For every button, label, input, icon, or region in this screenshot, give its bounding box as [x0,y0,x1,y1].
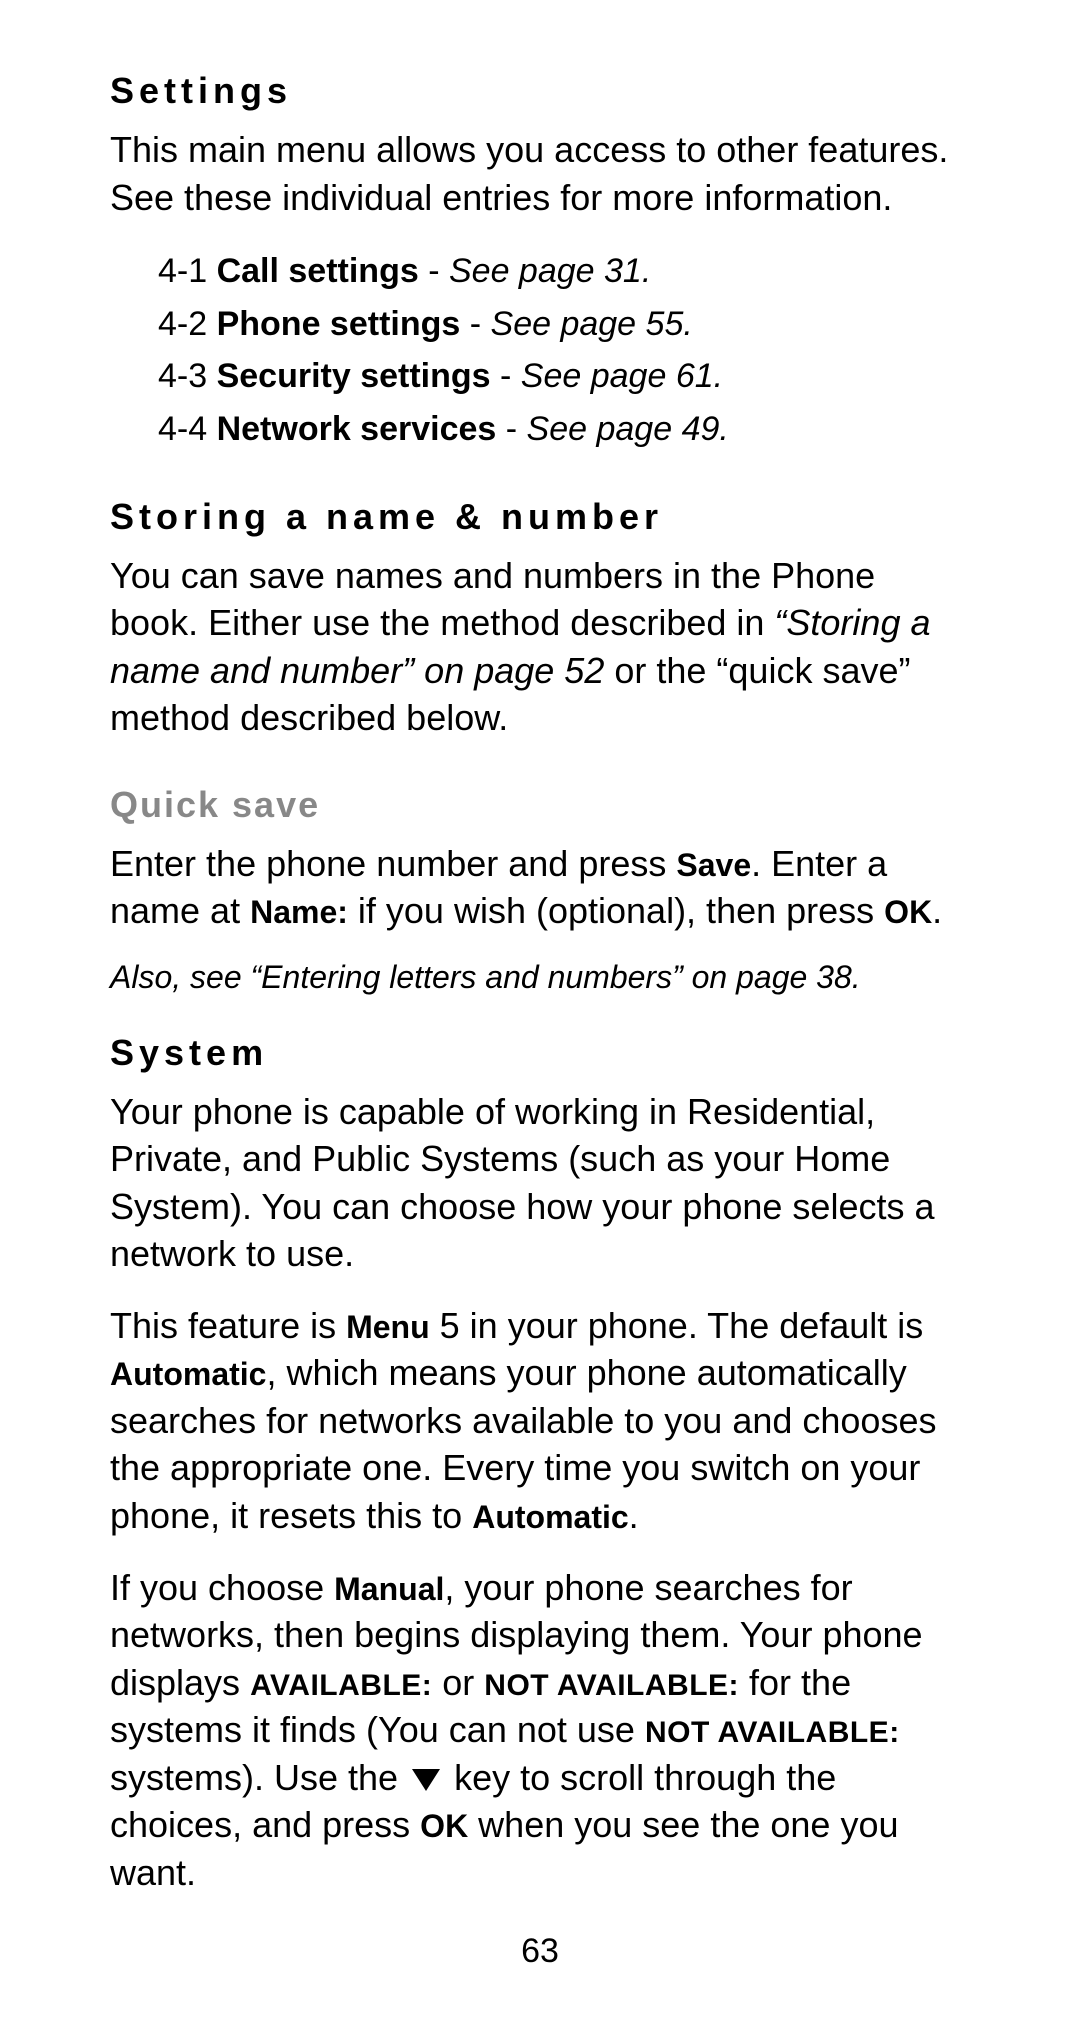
settings-ref-3: 4-3 Security settings - See page 61. [158,350,970,403]
status-not-available-2: NOT AVAILABLE: [645,1716,900,1749]
heading-system: System [110,1032,970,1074]
key-ok-2: OK [420,1808,468,1844]
quicksave-para: Enter the phone number and press Save. E… [110,840,970,935]
ref-bold: Call settings [217,252,419,290]
ref-sep: - [419,252,449,290]
sys2-d: . [629,1495,639,1536]
status-not-available: NOT AVAILABLE: [484,1669,739,1702]
ref-prefix: 4-2 [158,305,207,343]
ref-prefix: 4-4 [158,410,207,448]
key-menu: Menu [346,1309,430,1345]
ref-italic: See page 61. [521,357,723,395]
sys3-c: or [432,1662,484,1703]
system-p2: This feature is Menu 5 in your phone. Th… [110,1302,970,1540]
mode-automatic-2: Automatic [472,1499,628,1535]
key-save: Save [676,847,751,883]
ref-bold: Phone settings [217,305,461,343]
sys3-e: systems). Use the [110,1757,408,1798]
ref-sep: - [496,410,526,448]
mode-automatic: Automatic [110,1356,266,1392]
qs-text-d: . [932,890,942,931]
system-p1: Your phone is capable of working in Resi… [110,1088,970,1278]
ref-sep: - [491,357,521,395]
storing-text-a: You can save names and numbers in the Ph… [110,555,875,644]
heading-quick-save: Quick save [110,784,970,826]
ref-italic: See page 31. [449,252,651,290]
sys3-a: If you choose [110,1567,334,1608]
down-arrow-icon [412,1769,440,1791]
ref-sep: - [460,305,490,343]
label-name: Name: [250,894,348,930]
page-number: 63 [0,1932,1080,1971]
ref-bold: Network services [217,410,497,448]
ref-prefix: 4-1 [158,252,207,290]
system-p3: If you choose Manual, your phone searche… [110,1564,970,1897]
mode-manual: Manual [334,1571,444,1607]
key-ok: OK [884,894,932,930]
ref-italic: See page 49. [527,410,729,448]
settings-ref-1: 4-1 Call settings - See page 31. [158,245,970,298]
sys2-b: 5 in your phone. The default is [430,1305,924,1346]
storing-para: You can save names and numbers in the Ph… [110,552,970,742]
heading-settings: Settings [110,70,970,112]
qs-text-a: Enter the phone number and press [110,843,676,884]
heading-storing: Storing a name & number [110,496,970,538]
qs-text-c: if you wish (optional), then press [348,890,884,931]
settings-refs-list: 4-1 Call settings - See page 31. 4-2 Pho… [158,245,970,456]
manual-page: Settings This main menu allows you acces… [0,0,1080,2039]
ref-italic: See page 55. [491,305,693,343]
settings-ref-2: 4-2 Phone settings - See page 55. [158,298,970,351]
ref-bold: Security settings [217,357,491,395]
settings-intro: This main menu allows you access to othe… [110,126,970,221]
quicksave-note: Also, see “Entering letters and numbers”… [110,959,970,996]
ref-prefix: 4-3 [158,357,207,395]
status-available: AVAILABLE: [250,1669,432,1702]
settings-ref-4: 4-4 Network services - See page 49. [158,403,970,456]
sys2-a: This feature is [110,1305,346,1346]
